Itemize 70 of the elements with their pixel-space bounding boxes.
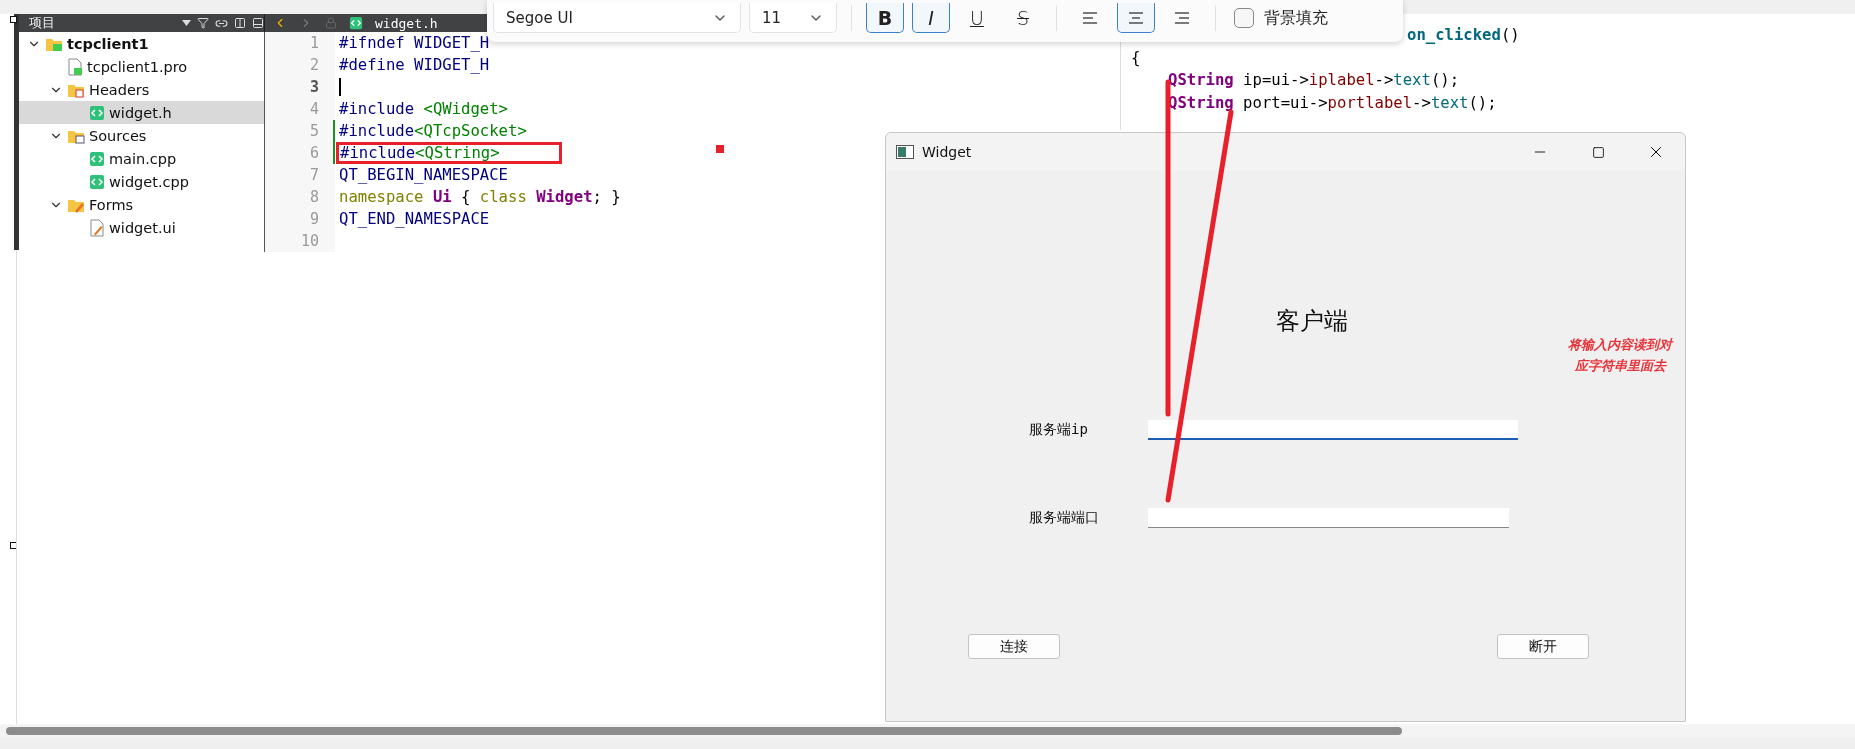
line-number: 10 (299, 231, 320, 252)
code-line: QString port=ui->portlabel->text(); (1168, 93, 1497, 112)
annotation-note: 将输入内容读到对 (1568, 336, 1672, 354)
field-label: 服务端ip (1029, 421, 1089, 439)
line-number: 1 (308, 33, 320, 54)
form-file-icon (89, 218, 105, 237)
field-label: 服务端端口 (1029, 509, 1100, 527)
tree-item[interactable]: main.cpp (19, 147, 264, 170)
code-line: QString ip=ui->iplabel->text(); (1168, 71, 1460, 90)
line-number: 6 (265, 142, 335, 164)
file-tab[interactable]: widget.h (375, 15, 438, 31)
tree-item[interactable]: Sources (19, 124, 264, 147)
line-number: 3 (308, 77, 320, 98)
resize-handle[interactable] (10, 16, 17, 23)
line-number: 7 (308, 165, 320, 186)
line-number: 8 (308, 187, 320, 208)
align-center-button[interactable] (1117, 3, 1155, 33)
line-number: 2 (308, 55, 320, 76)
code-line: on_clicked() (1407, 26, 1520, 45)
marker-square (716, 145, 724, 153)
italic-button[interactable]: I (912, 3, 950, 33)
code-line: namespace Ui { class Widget; } (339, 188, 621, 206)
align-center-icon (1126, 9, 1146, 26)
heading: 客户端 (1276, 306, 1348, 337)
code-file-icon (89, 150, 105, 167)
underline-button[interactable]: U (958, 3, 996, 33)
bold-button[interactable]: B (866, 3, 904, 33)
line-number: 4 (308, 99, 320, 120)
code-line: #include <QWidget> (339, 100, 508, 118)
scrollbar-thumb[interactable] (6, 727, 1402, 735)
code-line: #define WIDGET_H (339, 56, 490, 74)
document-icon (67, 57, 83, 76)
push-button[interactable]: 断开 (1497, 634, 1589, 659)
tree-item[interactable]: Forms (19, 193, 264, 216)
maximize-icon[interactable] (1591, 145, 1605, 159)
tree-item[interactable]: widget.h (19, 101, 264, 124)
line-number: 5 (265, 120, 335, 142)
checkbox-label[interactable]: 背景填充 (1264, 7, 1328, 29)
tree-item[interactable]: widget.ui (19, 216, 264, 239)
code-line: #ifndef WIDGET_H (339, 34, 490, 52)
align-left-icon (1080, 9, 1100, 26)
code-line: QT_BEGIN_NAMESPACE (339, 166, 508, 184)
font-size-select[interactable]: 11 (749, 3, 837, 33)
strike-button[interactable]: S (1004, 3, 1042, 33)
input-field[interactable] (1148, 420, 1518, 440)
line-number: 9 (308, 209, 320, 230)
tree-item[interactable]: tcpclient1.pro (19, 55, 264, 78)
filter-icon[interactable] (197, 17, 209, 29)
code-line: #include<QString> (340, 144, 500, 162)
annotation-note: 应字符串里面去 (1574, 357, 1666, 375)
code-line: #include<QTcpSocket> (339, 122, 527, 140)
input-field[interactable] (1148, 508, 1509, 528)
dropdown-caret-icon[interactable] (182, 20, 191, 26)
checkbox[interactable] (1234, 8, 1254, 28)
font-family-select[interactable]: Segoe UI (493, 3, 741, 33)
window-title: Widget (922, 144, 973, 160)
code-line: QT_END_NAMESPACE (339, 210, 490, 228)
code-file-icon (89, 173, 105, 190)
tree-item[interactable]: tcpclient1 (19, 32, 264, 55)
window-icon (896, 145, 914, 159)
code-file-icon (349, 16, 363, 30)
align-right-icon (1172, 9, 1192, 26)
tree-item[interactable]: Headers (19, 78, 264, 101)
push-button[interactable]: 连接 (968, 634, 1060, 659)
panel-title: 项目 (29, 14, 56, 32)
panel-icon[interactable] (252, 17, 264, 29)
tree-item[interactable]: widget.cpp (19, 170, 264, 193)
code-file-icon (89, 104, 105, 121)
split-icon[interactable] (234, 17, 246, 29)
code-line: { (1131, 48, 1141, 67)
